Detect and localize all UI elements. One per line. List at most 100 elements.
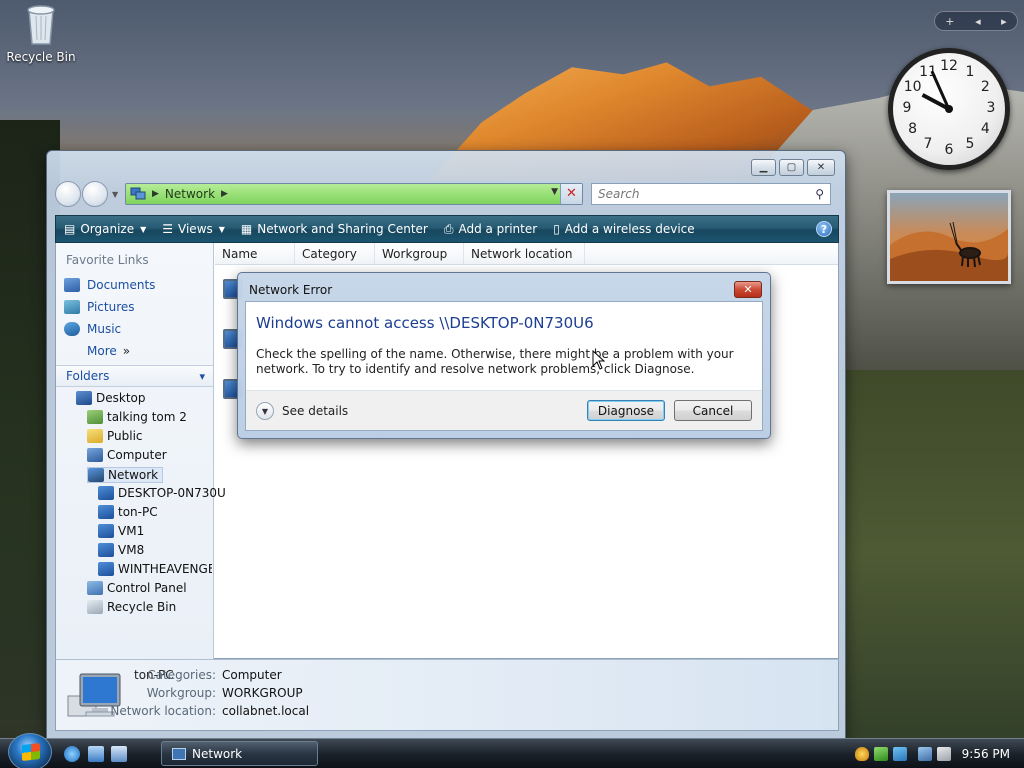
tree-item-network-computer[interactable]: ton-PC bbox=[98, 505, 158, 519]
diagnose-button[interactable]: Diagnose bbox=[587, 400, 665, 421]
explorer-window[interactable]: ▁ ▢ ✕ ▼ ▶ Network ▶ ▼ ✕ Search ⚲ ▤ Organ… bbox=[46, 150, 846, 740]
previous-gadget-icon[interactable]: ◂ bbox=[975, 15, 981, 28]
views-button[interactable]: ☰ Views ▼ bbox=[154, 216, 233, 242]
tree-item-network-computer[interactable]: DESKTOP-0N730U bbox=[98, 486, 226, 500]
documents-icon bbox=[64, 278, 80, 292]
tree-item-label: WINTHEAVENGEF bbox=[118, 562, 212, 576]
clock-time[interactable]: 9:56 PM bbox=[962, 747, 1010, 761]
clock-center-pin bbox=[945, 105, 953, 113]
favorite-link-music[interactable]: Music bbox=[64, 322, 121, 336]
forward-button[interactable] bbox=[82, 181, 108, 207]
more-label: More bbox=[87, 344, 117, 358]
network-icon bbox=[88, 468, 104, 482]
search-input[interactable]: Search ⚲ bbox=[591, 183, 831, 205]
details-pane: ton-PC Categories: Computer Workgroup: W… bbox=[55, 659, 839, 731]
clock-numeral: 8 bbox=[908, 121, 918, 137]
desktop-recycle-bin[interactable]: Recycle Bin bbox=[6, 2, 76, 64]
network-error-dialog[interactable]: Network Error ✕ Windows cannot access \\… bbox=[237, 272, 771, 439]
views-icon: ☰ bbox=[162, 222, 174, 236]
organize-button[interactable]: ▤ Organize ▼ bbox=[56, 216, 154, 242]
search-icon[interactable]: ⚲ bbox=[815, 187, 824, 201]
computer-icon bbox=[87, 448, 103, 462]
volume-muted-icon[interactable] bbox=[936, 747, 951, 761]
tree-item-label: VM1 bbox=[118, 524, 145, 538]
switch-windows-icon[interactable] bbox=[111, 746, 127, 762]
column-header-name[interactable]: Name bbox=[215, 243, 295, 264]
start-button[interactable] bbox=[8, 733, 52, 768]
stop-loading-icon[interactable]: ✕ bbox=[560, 184, 582, 204]
tree-item-network[interactable]: Network bbox=[87, 467, 164, 483]
tree-item-label: Public bbox=[107, 429, 143, 443]
column-header-row: Name Category Workgroup Network location bbox=[215, 243, 838, 265]
recent-pages-dropdown[interactable]: ▼ bbox=[112, 190, 122, 199]
tree-item-talking-tom[interactable]: talking tom 2 bbox=[87, 410, 187, 424]
tree-item-network-computer[interactable]: WINTHEAVENGEF bbox=[98, 562, 212, 576]
security-shield-icon[interactable] bbox=[854, 747, 869, 761]
taskbar-item-network[interactable]: Network bbox=[161, 741, 318, 766]
breadcrumb-network[interactable]: Network bbox=[165, 187, 215, 201]
wireless-device-icon: ▯ bbox=[553, 222, 560, 236]
address-dropdown-icon[interactable]: ▼ bbox=[551, 187, 558, 197]
clock-numeral: 9 bbox=[902, 100, 912, 116]
internet-explorer-icon[interactable] bbox=[64, 746, 80, 762]
network-tray-icon[interactable] bbox=[917, 747, 932, 761]
tree-item-network-computer[interactable]: VM8 bbox=[98, 543, 144, 557]
help-icon[interactable]: ? bbox=[816, 221, 832, 237]
wallpaper-meadow bbox=[840, 370, 1024, 740]
column-header-category[interactable]: Category bbox=[295, 243, 375, 264]
close-button[interactable]: ✕ bbox=[807, 159, 835, 176]
tree-item-label: VM8 bbox=[118, 543, 145, 557]
clock-numeral: 6 bbox=[944, 142, 954, 158]
favorite-link-pictures[interactable]: Pictures bbox=[64, 300, 135, 314]
dialog-message: Check the spelling of the name. Otherwis… bbox=[256, 347, 734, 376]
tree-item-control-panel[interactable]: Control Panel bbox=[87, 581, 187, 595]
chevron-down-icon: ▼ bbox=[256, 402, 274, 420]
tree-item-label: talking tom 2 bbox=[107, 410, 187, 424]
tree-item-recycle-bin[interactable]: Recycle Bin bbox=[87, 600, 176, 614]
tree-item-network-computer[interactable]: VM1 bbox=[98, 524, 144, 538]
sidebar-gadget-controls[interactable]: + ◂ ▸ bbox=[934, 11, 1018, 31]
tree-item-public[interactable]: Public bbox=[87, 429, 143, 443]
see-details-toggle[interactable]: ▼ See details bbox=[256, 402, 348, 420]
favorite-link-label: Music bbox=[87, 322, 122, 336]
network-sharing-center-button[interactable]: ▦ Network and Sharing Center bbox=[233, 216, 436, 242]
clock-numeral: 7 bbox=[923, 136, 933, 153]
tree-item-label: Control Panel bbox=[107, 581, 187, 595]
dialog-close-button[interactable]: ✕ bbox=[734, 281, 762, 298]
tree-item-label: Desktop bbox=[96, 391, 146, 405]
tree-item-computer[interactable]: Computer bbox=[87, 448, 167, 462]
more-links-button[interactable]: More » bbox=[87, 344, 130, 358]
folder-icon bbox=[87, 429, 103, 443]
add-printer-label: Add a printer bbox=[458, 222, 538, 236]
back-button[interactable] bbox=[55, 181, 81, 207]
action-center-icon[interactable] bbox=[892, 747, 907, 761]
slideshow-gadget[interactable] bbox=[887, 190, 1011, 284]
computer-icon bbox=[98, 486, 114, 500]
minimize-button[interactable]: ▁ bbox=[751, 159, 776, 176]
add-gadget-icon[interactable]: + bbox=[945, 15, 954, 28]
tree-item-desktop[interactable]: Desktop bbox=[76, 391, 146, 405]
add-wireless-device-button[interactable]: ▯ Add a wireless device bbox=[545, 216, 702, 242]
breadcrumb-separator-icon: ▶ bbox=[152, 189, 159, 199]
favorite-link-documents[interactable]: Documents bbox=[64, 278, 155, 292]
cancel-button[interactable]: Cancel bbox=[674, 400, 752, 421]
update-icon[interactable] bbox=[873, 747, 888, 761]
clock-gadget[interactable]: 12 1 2 3 4 5 6 7 8 9 10 11 bbox=[888, 48, 1010, 170]
folders-heading: Folders bbox=[66, 369, 110, 383]
column-header-network-location[interactable]: Network location bbox=[464, 243, 585, 264]
breadcrumb-chevron-icon[interactable]: ▶ bbox=[221, 189, 228, 199]
add-printer-button[interactable]: ⎙ Add a printer bbox=[436, 216, 545, 242]
column-header-workgroup[interactable]: Workgroup bbox=[375, 243, 464, 264]
dialog-content: Windows cannot access \\DESKTOP-0N730U6 … bbox=[245, 301, 763, 431]
clock-numeral: 5 bbox=[965, 136, 975, 153]
favorite-link-label: Documents bbox=[87, 278, 156, 292]
computer-icon bbox=[98, 562, 114, 576]
see-details-label: See details bbox=[282, 404, 349, 418]
next-gadget-icon[interactable]: ▸ bbox=[1001, 15, 1007, 28]
categories-label: Categories: bbox=[147, 668, 216, 682]
folders-toggle[interactable]: Folders ▾ bbox=[56, 365, 213, 387]
tree-item-label: Recycle Bin bbox=[107, 600, 177, 614]
address-bar[interactable]: ▶ Network ▶ ▼ ✕ bbox=[125, 183, 583, 205]
show-desktop-icon[interactable] bbox=[88, 746, 104, 762]
maximize-button[interactable]: ▢ bbox=[779, 159, 804, 176]
